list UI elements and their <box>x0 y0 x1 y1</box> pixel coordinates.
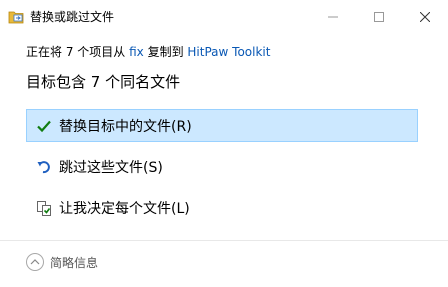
close-icon <box>419 7 431 26</box>
destination-folder-link[interactable]: HitPaw Toolkit <box>187 45 270 59</box>
fewer-details-toggle[interactable]: 简略信息 <box>26 253 98 271</box>
skip-files-option[interactable]: 跳过这些文件(S) <box>26 150 418 183</box>
conflict-heading: 目标包含 7 个同名文件 <box>26 73 181 91</box>
source-folder-link[interactable]: fix <box>129 45 144 59</box>
compare-files-icon <box>36 200 52 216</box>
close-button[interactable] <box>402 0 448 32</box>
minimize-button[interactable] <box>310 0 356 32</box>
copy-status-prefix: 正在将 7 个项目从 <box>26 45 130 59</box>
skip-files-label: 跳过这些文件(S) <box>59 159 163 176</box>
file-copy-icon <box>8 9 24 24</box>
dialog-footer: 简略信息 <box>0 240 448 287</box>
fewer-details-label: 简略信息 <box>50 255 99 270</box>
maximize-icon <box>374 7 384 26</box>
minimize-icon <box>328 7 338 26</box>
copy-status-middle: 复制到 <box>143 45 188 59</box>
chevron-up-icon <box>26 253 44 271</box>
replace-files-label: 替换目标中的文件(R) <box>59 118 192 135</box>
copy-status-line: 正在将 7 个项目从 fix 复制到 HitPaw Toolkit <box>26 43 270 60</box>
skip-arrow-icon <box>36 159 52 175</box>
title-bar: 替换或跳过文件 <box>0 0 448 32</box>
checkmark-icon <box>36 118 52 134</box>
decide-each-file-option[interactable]: 让我决定每个文件(L) <box>26 191 418 224</box>
maximize-button[interactable] <box>356 0 402 32</box>
window-title: 替换或跳过文件 <box>30 10 115 24</box>
decide-each-file-label: 让我决定每个文件(L) <box>59 200 190 217</box>
replace-files-option[interactable]: 替换目标中的文件(R) <box>26 109 418 142</box>
